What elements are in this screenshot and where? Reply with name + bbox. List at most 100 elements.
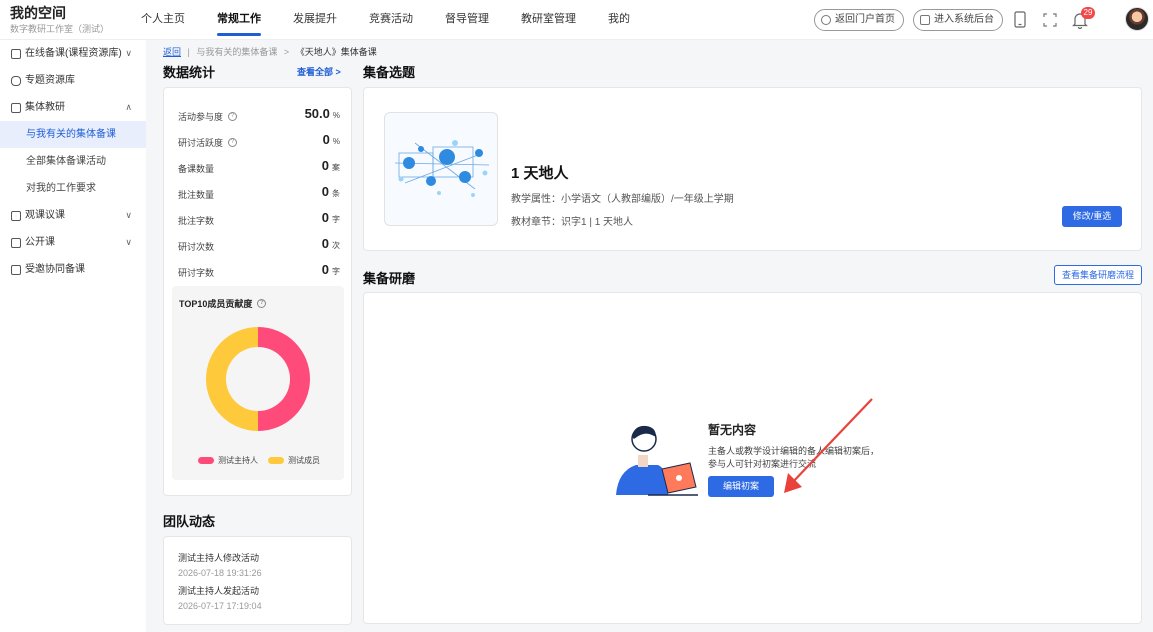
compass-icon <box>821 15 831 25</box>
folder-icon <box>11 75 21 86</box>
sidebar-item-all-group-prep[interactable]: 全部集体备课活动 <box>0 148 146 175</box>
nav-item-development[interactable]: 发展提升 <box>282 0 348 40</box>
edit-draft-button[interactable]: 编辑初案 <box>708 476 774 497</box>
help-icon[interactable]: ? <box>228 138 238 147</box>
stat-row-annotation-count: 批注数量 0条 <box>178 184 340 204</box>
breadcrumb-parent[interactable]: 与我有关的集体备课 <box>196 47 277 57</box>
sidebar-item-work-requirements[interactable]: 对我的工作要求 <box>0 175 146 202</box>
stat-label: 批注数量 <box>178 190 215 200</box>
sidebar-item-label: 观课议课 <box>25 210 65 221</box>
donut-slice-host[interactable] <box>258 327 310 431</box>
activity-text: 测试主持人修改活动 <box>178 553 260 563</box>
stat-row-annotation-words: 批注字数 0字 <box>178 210 340 230</box>
chart-legend: 测试主持人 测试成员 <box>198 455 320 466</box>
back-link[interactable]: 返回 <box>163 47 181 57</box>
nav-item-supervision[interactable]: 督导管理 <box>434 0 500 40</box>
sidebar-item-invited-prep[interactable]: 受邀协同备课 <box>0 256 146 283</box>
stat-value: 0字 <box>321 262 340 277</box>
legend-label-host: 测试主持人 <box>218 456 258 465</box>
activity-text: 测试主持人发起活动 <box>178 586 260 596</box>
board-icon <box>11 237 21 248</box>
sidebar-item-my-group-prep[interactable]: 与我有关的集体备课 <box>0 121 146 148</box>
sidebar-item-lesson-observation[interactable]: 观课议课 ∨ <box>0 202 146 229</box>
admin-backend-button[interactable]: 进入系统后台 <box>913 9 1003 31</box>
modify-reselect-button[interactable]: 修改/重选 <box>1062 206 1122 227</box>
nav-item-mine[interactable]: 我的 <box>597 0 641 40</box>
sidebar-item-label: 与我有关的集体备课 <box>26 129 116 140</box>
sidebar-item-open-class[interactable]: 公开课 ∨ <box>0 229 146 256</box>
chevron-down-icon: ∨ <box>125 237 132 247</box>
breadcrumb-separator: | <box>187 47 190 57</box>
top10-contribution-card: TOP10成员贡献度? 测试主持人 测试成员 <box>172 286 344 480</box>
stat-label: 研讨次数 <box>178 242 215 252</box>
sidebar-item-label: 专题资源库 <box>25 75 75 86</box>
sidebar-item-label: 对我的工作要求 <box>26 183 96 194</box>
molecule-illustration <box>394 140 490 197</box>
topic-cover-image <box>384 112 498 226</box>
sidebar-item-label: 公开课 <box>25 237 55 248</box>
observe-icon <box>11 210 21 221</box>
stat-row-participation: 活动参与度? 50.0% <box>178 106 340 126</box>
stat-label: 活动参与度? <box>178 110 238 123</box>
activity-time: 2026-07-17 17:19:04 <box>178 601 262 611</box>
stat-row-prep-count: 备课数量 0案 <box>178 158 340 178</box>
nav-item-competition[interactable]: 竞赛活动 <box>358 0 424 40</box>
document-icon <box>11 48 21 59</box>
help-icon[interactable]: ? <box>228 112 238 121</box>
view-process-button[interactable]: 查看集备研磨流程 <box>1054 265 1142 285</box>
nav-item-routine-work[interactable]: 常规工作 <box>206 0 272 40</box>
empty-state-illustration <box>616 425 698 496</box>
legend-swatch-host <box>198 457 214 464</box>
brand-title: 我的空间 <box>10 5 66 21</box>
research-section-title: 集备研磨 <box>363 271 416 286</box>
stat-label: 研讨字数 <box>178 268 215 278</box>
sidebar-item-label: 在线备课(课程资源库) <box>25 48 122 59</box>
chevron-down-icon: ∨ <box>125 48 132 58</box>
stat-label: 批注字数 <box>178 216 215 226</box>
research-panel: 暂无内容 主备人或教学设计编辑的备人编辑初案后， 参与人可针对初案进行交流 编辑… <box>363 292 1142 624</box>
sidebar-item-label: 集体教研 <box>25 102 65 113</box>
admin-backend-label: 进入系统后台 <box>934 14 994 25</box>
sidebar-item-online-prep[interactable]: 在线备课(课程资源库) ∨ <box>0 40 146 67</box>
sidebar-item-topic-library[interactable]: 专题资源库 <box>0 67 146 94</box>
view-all-link[interactable]: 查看全部 > <box>297 65 341 78</box>
portal-home-label: 返回门户首页 <box>835 14 895 25</box>
stat-row-discussion-count: 研讨次数 0次 <box>178 236 340 256</box>
legend-swatch-member <box>268 457 284 464</box>
monitor-icon <box>920 15 930 25</box>
fullscreen-icon[interactable] <box>1042 11 1058 29</box>
stats-title: 数据统计 <box>163 65 216 80</box>
stat-value: 0条 <box>321 184 340 199</box>
topic-chapter: 教材章节：识字1 | 1 天地人 <box>511 217 634 228</box>
sidebar-item-label: 全部集体备课活动 <box>26 156 106 167</box>
nav-item-home[interactable]: 个人主页 <box>130 0 196 40</box>
stat-value: 0次 <box>321 236 340 251</box>
stat-row-discussion-words: 研讨字数 0字 <box>178 262 340 282</box>
nav-item-research-office[interactable]: 教研室管理 <box>510 0 587 40</box>
topic-section-title: 集备选题 <box>363 65 416 80</box>
top-bar: 我的空间 数字教研工作室（测试） 个人主页 常规工作 发展提升 竞赛活动 督导管… <box>0 0 1153 40</box>
portal-home-button[interactable]: 返回门户首页 <box>814 9 904 31</box>
empty-state-title: 暂无内容 <box>708 423 757 437</box>
avatar[interactable] <box>1125 7 1149 31</box>
stat-label: 研讨活跃度? <box>178 136 238 149</box>
topic-teaching-attribute: 教学属性：小学语文（人教部编版）/一年级上学期 <box>511 194 734 205</box>
sidebar-item-group-research[interactable]: 集体教研 ∧ <box>0 94 146 121</box>
topic-card: 1 天地人 教学属性：小学语文（人教部编版）/一年级上学期 教材章节：识字1 |… <box>363 87 1142 251</box>
activity-time: 2026-07-18 19:31:26 <box>178 568 262 578</box>
brand-subtitle: 数字教研工作室（测试） <box>10 24 110 34</box>
mobile-icon[interactable] <box>1012 11 1028 29</box>
team-activity-panel: 测试主持人修改活动 2026-07-18 19:31:26 测试主持人发起活动 … <box>163 536 352 625</box>
sidebar-item-label: 受邀协同备课 <box>25 264 85 275</box>
donut-slice-member[interactable] <box>206 327 258 431</box>
stat-value: 0字 <box>321 210 340 225</box>
breadcrumb: 返回 | 与我有关的集体备课 > 《天地人》集体备课 <box>163 45 377 58</box>
contribution-donut-chart <box>206 327 310 431</box>
stat-label: 备课数量 <box>178 164 215 174</box>
topic-name: 1 天地人 <box>511 165 569 182</box>
brand[interactable]: 我的空间 数字教研工作室（测试） <box>10 5 109 35</box>
list-item: 测试主持人发起活动 2026-07-17 17:19:04 <box>178 584 262 611</box>
list-item: 测试主持人修改活动 2026-07-18 19:31:26 <box>178 551 262 578</box>
main-nav: 个人主页 常规工作 发展提升 竞赛活动 督导管理 教研室管理 我的 <box>130 0 651 40</box>
notification-bell[interactable]: 29 <box>1072 7 1095 30</box>
